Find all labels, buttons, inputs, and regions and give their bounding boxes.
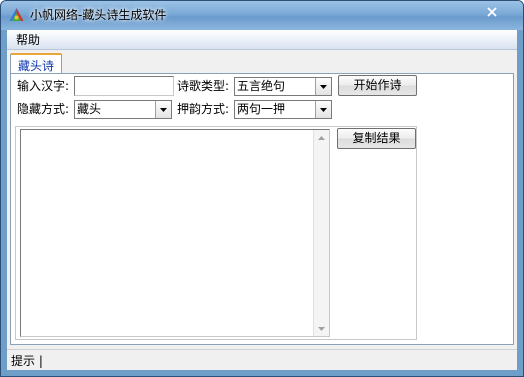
scroll-down-button[interactable] [314,321,329,336]
chevron-down-icon [320,84,327,89]
rhyme-mode-value: 两句一押 [237,102,286,116]
status-bar: 提示 | [7,349,517,370]
result-group: 复制结果 [15,126,417,340]
scroll-up-button[interactable] [314,130,329,145]
close-icon [487,7,497,17]
result-scrollbar[interactable] [313,130,329,336]
chevron-down-icon [160,107,167,112]
start-compose-button[interactable]: 开始作诗 [338,75,417,96]
poem-type-value: 五言绝句 [237,79,286,93]
client-area: 帮助 藏头诗 输入汉字: 诗歌类型: 五言绝句 开始作诗 隐藏方式: 藏头 押韵… [7,30,517,370]
app-window: 小帆网络-藏头诗生成软件 帮助 藏头诗 输入汉字: 诗歌类型: 五言绝句 开始作… [0,0,524,377]
close-button[interactable] [473,3,511,21]
poem-type-label: 诗歌类型: [177,79,230,93]
tab-panel: 输入汉字: 诗歌类型: 五言绝句 开始作诗 隐藏方式: 藏头 押韵方式: 两句一… [10,73,514,345]
tab-label: 藏头诗 [17,59,54,73]
input-chars-input[interactable] [75,77,173,95]
poem-type-select[interactable]: 五言绝句 [234,77,332,96]
input-chars-label: 输入汉字: [17,79,70,93]
rhyme-mode-select[interactable]: 两句一押 [234,100,332,119]
app-logo-icon [9,8,24,21]
menu-bar: 帮助 [7,30,517,50]
hide-mode-value: 藏头 [77,102,102,116]
rhyme-mode-dropdown-button[interactable] [315,101,331,118]
chevron-down-icon [320,107,327,112]
result-textarea[interactable] [20,129,330,337]
input-chars-field[interactable] [74,76,174,96]
poem-type-dropdown-button[interactable] [315,78,331,95]
title-bar[interactable]: 小帆网络-藏头诗生成软件 [1,1,523,30]
hide-mode-label: 隐藏方式: [17,102,70,116]
status-text: 提示 | [11,354,43,368]
rhyme-mode-label: 押韵方式: [177,102,230,116]
window-title: 小帆网络-藏头诗生成软件 [30,8,167,22]
menu-item-help[interactable]: 帮助 [11,32,45,48]
tab-acrostic[interactable]: 藏头诗 [10,53,62,74]
hide-mode-select[interactable]: 藏头 [74,100,172,119]
arrow-down-icon [318,326,325,331]
hide-mode-dropdown-button[interactable] [155,101,171,118]
copy-result-button[interactable]: 复制结果 [337,128,416,149]
arrow-up-icon [318,135,325,140]
